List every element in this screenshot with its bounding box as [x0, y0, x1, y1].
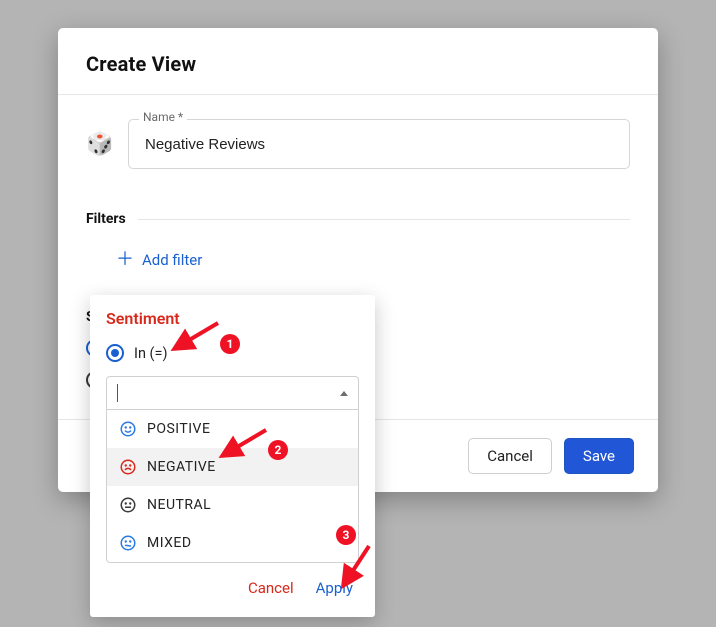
face-smile-icon: [119, 420, 137, 438]
modal-header: Create View: [58, 28, 658, 95]
popover-actions: Cancel Apply: [106, 563, 359, 603]
text-cursor: [117, 384, 118, 402]
modal-cancel-button[interactable]: Cancel: [468, 438, 552, 474]
name-field[interactable]: Name *: [128, 119, 630, 169]
option-label: POSITIVE: [147, 421, 210, 437]
caret-up-icon: [340, 391, 348, 396]
add-filter-button[interactable]: ＋ Add filter: [86, 247, 208, 273]
add-filter-label: Add filter: [142, 251, 202, 269]
popover-cancel-button[interactable]: Cancel: [248, 579, 294, 597]
option-neutral[interactable]: NEUTRAL: [107, 486, 358, 524]
name-field-label: Name *: [139, 110, 187, 124]
sentiment-combo-input[interactable]: [106, 376, 359, 410]
annotation-arrow-2: [214, 424, 274, 464]
dice-icon[interactable]: 🎲: [86, 130, 114, 158]
option-label: MIXED: [147, 535, 192, 551]
popover-title: Sentiment: [106, 309, 359, 328]
annotation-arrow-1: [166, 317, 226, 357]
modal-save-button[interactable]: Save: [564, 438, 634, 474]
operator-label: In (=): [134, 345, 168, 362]
option-label: NEUTRAL: [147, 497, 211, 513]
name-row: 🎲 Name *: [86, 119, 630, 169]
plus-icon: ＋: [116, 251, 134, 269]
option-label: NEGATIVE: [147, 459, 216, 475]
face-meh-icon: [119, 534, 137, 552]
operator-radio-row[interactable]: In (=): [106, 344, 359, 362]
filters-heading-label: Filters: [86, 211, 126, 227]
divider: [138, 219, 630, 220]
radio-checked-icon: [106, 344, 124, 362]
annotation-arrow-3: [337, 542, 377, 592]
name-input[interactable]: [143, 135, 615, 154]
option-mixed[interactable]: MIXED: [107, 524, 358, 562]
modal-title: Create View: [86, 52, 630, 76]
filters-heading: Filters: [86, 211, 630, 227]
face-frown-icon: [119, 458, 137, 476]
face-neutral-icon: [119, 496, 137, 514]
